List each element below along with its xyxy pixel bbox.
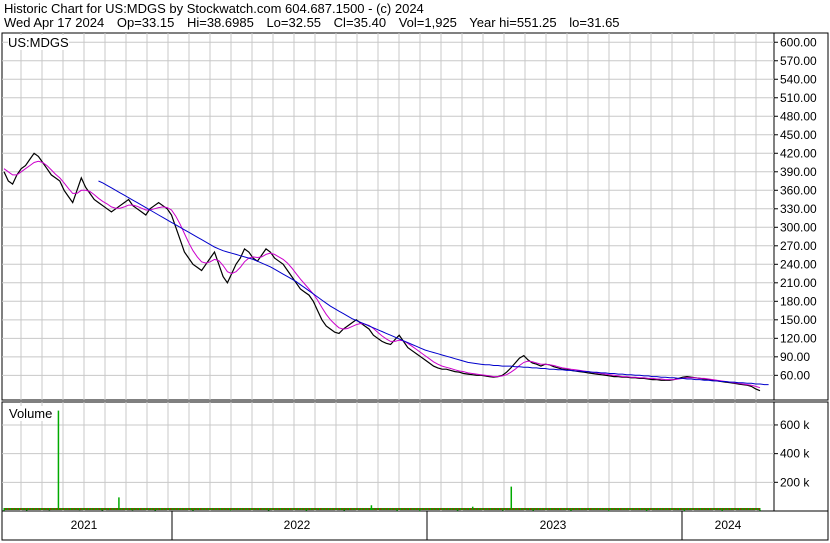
price-tick-label: 510.00 (780, 91, 817, 105)
year-label: 2023 (540, 518, 567, 532)
price-line (3, 152, 761, 392)
price-tick-label: 540.00 (780, 72, 817, 86)
year-label: 2024 (715, 518, 742, 532)
price-panel-label: US:MDGS (8, 35, 69, 50)
price-tick-label: 390.00 (780, 165, 817, 179)
price-tick-label: 270.00 (780, 239, 817, 253)
year-label: 2022 (284, 518, 311, 532)
volume-panel-label: Volume (9, 406, 53, 421)
price-tick-label: 360.00 (780, 183, 817, 197)
short-moving-average-line (3, 160, 761, 389)
price-tick-label: 120.00 (780, 331, 817, 345)
price-tick-label: 60.00 (780, 368, 810, 382)
price-tick-label: 420.00 (780, 146, 817, 160)
price-tick-label: 150.00 (780, 313, 817, 327)
price-tick-label: 300.00 (780, 220, 817, 234)
year-strip-frame (1, 510, 829, 541)
stock-chart: 60.00 90.00 120.00 150.00 180.00 210.00 240.00… (1, 32, 829, 541)
volume-tick-label: 600 k (780, 418, 810, 432)
price-tick-label: 90.00 (780, 350, 810, 364)
price-tick-label: 450.00 (780, 128, 817, 142)
price-tick-label: 330.00 (780, 202, 817, 216)
price-tick-label: 210.00 (780, 276, 817, 290)
volume-tick-label: 200 k (780, 475, 810, 489)
price-tick-label: 600.00 (780, 35, 817, 49)
price-tick-label: 240.00 (780, 257, 817, 271)
year-label: 2021 (71, 518, 98, 532)
price-tick-label: 570.00 (780, 54, 817, 68)
price-tick-label: 480.00 (780, 109, 817, 123)
volume-tick-label: 400 k (780, 447, 810, 461)
price-tick-label: 180.00 (780, 294, 817, 308)
